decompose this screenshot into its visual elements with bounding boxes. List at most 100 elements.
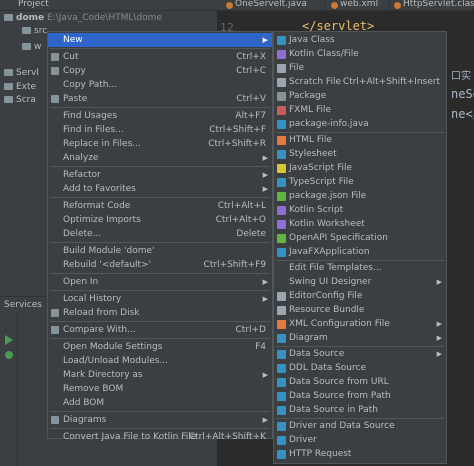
menu-item-convert-java-file-to-kotlin-file[interactable]: Convert Java File to Kotlin File Ctrl+Alt… bbox=[48, 430, 272, 444]
new-item-kotlin-script[interactable]: Kotlin Script bbox=[274, 203, 446, 217]
menu-item-remove-bom[interactable]: Remove BOM bbox=[48, 382, 272, 396]
kotlin-script-icon bbox=[277, 206, 286, 215]
menu-item-load-unload-modules[interactable]: Load/Unload Modules... bbox=[48, 354, 272, 368]
menu-item-diagrams[interactable]: Diagrams ▶ bbox=[48, 413, 272, 427]
menu-item-label: Mark Directory as bbox=[63, 370, 143, 380]
new-item-driver-and-data-source[interactable]: Driver and Data Source bbox=[274, 419, 446, 433]
new-item-resource-bundle[interactable]: Resource Bundle bbox=[274, 303, 446, 317]
menu-item-find-in-files[interactable]: Find in Files... Ctrl+Shift+F bbox=[48, 123, 272, 137]
menu-separator bbox=[50, 166, 270, 167]
menu-item-paste[interactable]: Paste Ctrl+V bbox=[48, 92, 272, 106]
menu-item-optimize-imports[interactable]: Optimize Imports Ctrl+Alt+O bbox=[48, 213, 272, 227]
menu-separator bbox=[50, 273, 270, 274]
menu-item-label: Data Source from Path bbox=[289, 391, 391, 401]
menu-item-label: Kotlin Worksheet bbox=[289, 219, 365, 229]
menu-item-label: Driver bbox=[289, 435, 317, 445]
tab-web-xml[interactable]: web.xml bbox=[330, 0, 390, 11]
menu-item-label: Package bbox=[289, 91, 327, 101]
tree-item-external-libraries[interactable]: Exte bbox=[4, 81, 47, 94]
new-item-kotlin-worksheet[interactable]: Kotlin Worksheet bbox=[274, 217, 446, 231]
menu-item-label: Open In bbox=[63, 277, 99, 287]
new-item-package[interactable]: Package bbox=[274, 89, 446, 103]
run-icon[interactable] bbox=[5, 335, 13, 345]
new-item-fxml-file[interactable]: FXML File bbox=[274, 103, 446, 117]
menu-item-delete[interactable]: Delete... Delete bbox=[48, 227, 272, 241]
new-item-javascript-file[interactable]: JavaScript File bbox=[274, 161, 446, 175]
new-item-xml-configuration-file[interactable]: XML Configuration File ▶ bbox=[274, 317, 446, 331]
menu-item-new[interactable]: New ▶ bbox=[48, 33, 272, 47]
menu-item-compare-with[interactable]: Compare With... Ctrl+D bbox=[48, 323, 272, 337]
tree-item-src[interactable]: src bbox=[22, 25, 47, 38]
menu-item-cut[interactable]: Cut Ctrl+X bbox=[48, 50, 272, 64]
new-item-data-source-in-path[interactable]: Data Source in Path bbox=[274, 403, 446, 417]
submenu-arrow-icon: ▶ bbox=[262, 36, 268, 44]
submenu-arrow-icon: ▶ bbox=[262, 185, 268, 193]
new-item-file[interactable]: File bbox=[274, 61, 446, 75]
new-item-edit-file-templates[interactable]: Edit File Templates... bbox=[274, 261, 446, 275]
menu-item-label: Resource Bundle bbox=[289, 305, 365, 315]
new-item-editorconfig-file[interactable]: EditorConfig File bbox=[274, 289, 446, 303]
menu-item-replace-in-files[interactable]: Replace in Files... Ctrl+Shift+R bbox=[48, 137, 272, 151]
new-item-diagram[interactable]: Diagram ▶ bbox=[274, 331, 446, 345]
new-item-driver[interactable]: Driver bbox=[274, 433, 446, 447]
new-item-http-request[interactable]: HTTP Request bbox=[274, 447, 446, 461]
javascript-icon bbox=[277, 164, 286, 173]
new-item-data-source[interactable]: Data Source ▶ bbox=[274, 347, 446, 361]
menu-item-refactor[interactable]: Refactor ▶ bbox=[48, 168, 272, 182]
new-item-kotlin-class-file[interactable]: Kotlin Class/File bbox=[274, 47, 446, 61]
menu-item-label: Data Source bbox=[289, 349, 345, 359]
new-item-html-file[interactable]: HTML File bbox=[274, 133, 446, 147]
menu-item-add-bom[interactable]: Add BOM bbox=[48, 396, 272, 410]
submenu-arrow-icon: ▶ bbox=[436, 334, 442, 342]
menu-item-local-history[interactable]: Local History ▶ bbox=[48, 292, 272, 306]
menu-item-label: File bbox=[289, 63, 305, 73]
html-icon bbox=[277, 136, 286, 145]
new-item-ddl-data-source[interactable]: DDL Data Source bbox=[274, 361, 446, 375]
menu-item-build-module-dome[interactable]: Build Module 'dome' bbox=[48, 244, 272, 258]
menu-item-reformat-code[interactable]: Reformat Code Ctrl+Alt+L bbox=[48, 199, 272, 213]
menu-item-mark-directory-as[interactable]: Mark Directory as ▶ bbox=[48, 368, 272, 382]
menu-item-rebuild-default[interactable]: Rebuild '<default>' Ctrl+Shift+F9 bbox=[48, 258, 272, 272]
menu-item-copy-path[interactable]: Copy Path... bbox=[48, 78, 272, 92]
menu-item-label: Java Class bbox=[289, 35, 335, 45]
menu-item-shortcut: Ctrl+Shift+R bbox=[208, 139, 266, 149]
new-item-swing-ui-designer[interactable]: Swing UI Designer ▶ bbox=[274, 275, 446, 289]
tree-item-scratches[interactable]: Scra bbox=[4, 94, 47, 107]
new-item-typescript-file[interactable]: TypeScript File bbox=[274, 175, 446, 189]
tab-oneservelt[interactable]: OneServelt.java bbox=[225, 0, 325, 11]
new-item-stylesheet[interactable]: Stylesheet bbox=[274, 147, 446, 161]
new-item-package-info-java[interactable]: package-info.java bbox=[274, 117, 446, 131]
new-submenu: Java Class Kotlin Class/File File Scratch F… bbox=[273, 31, 447, 464]
tree-item-dome-path: E:\Java_Code\HTML\dome bbox=[46, 13, 162, 23]
menu-item-open-in[interactable]: Open In ▶ bbox=[48, 275, 272, 289]
menu-item-open-module-settings[interactable]: Open Module Settings F4 bbox=[48, 340, 272, 354]
tree-item-dome[interactable]: dome E:\Java_Code\HTML\dome bbox=[4, 12, 162, 25]
menu-item-copy[interactable]: Copy Ctrl+C bbox=[48, 64, 272, 78]
project-title[interactable]: Project bbox=[18, 0, 49, 9]
ddl-icon bbox=[277, 364, 286, 373]
new-item-scratch-file[interactable]: Scratch File Ctrl+Alt+Shift+Insert bbox=[274, 75, 446, 89]
menu-item-add-to-favorites[interactable]: Add to Favorites ▶ bbox=[48, 182, 272, 196]
tab-httpservlet[interactable]: HttpServlet.class bbox=[393, 0, 474, 11]
new-item-package-json-file[interactable]: package.json File bbox=[274, 189, 446, 203]
menu-item-label: Swing UI Designer bbox=[289, 277, 372, 287]
data-source-in-path-icon bbox=[277, 406, 286, 415]
tree-item-servlet[interactable]: Servl bbox=[4, 67, 47, 80]
driver-data-source-icon bbox=[277, 422, 286, 431]
menu-item-reload-from-disk[interactable]: Reload from Disk bbox=[48, 306, 272, 320]
tree-item-w[interactable]: w bbox=[22, 41, 47, 54]
menu-item-label: Build Module 'dome' bbox=[63, 246, 155, 256]
new-item-java-class[interactable]: Java Class bbox=[274, 33, 446, 47]
menu-item-label: TypeScript File bbox=[289, 177, 354, 187]
menu-item-label: Paste bbox=[63, 94, 88, 104]
menu-item-find-usages[interactable]: Find Usages Alt+F7 bbox=[48, 109, 272, 123]
new-item-openapi-specification[interactable]: OpenAPI Specification bbox=[274, 231, 446, 245]
fxml-icon bbox=[277, 106, 286, 115]
new-item-javafxapplication[interactable]: JavaFXApplication bbox=[274, 245, 446, 259]
new-item-data-source-from-url[interactable]: Data Source from URL bbox=[274, 375, 446, 389]
diagram-icon bbox=[51, 416, 59, 424]
new-item-data-source-from-path[interactable]: Data Source from Path bbox=[274, 389, 446, 403]
debug-icon[interactable] bbox=[5, 351, 13, 359]
menu-item-label: Remove BOM bbox=[63, 384, 124, 394]
menu-item-analyze[interactable]: Analyze ▶ bbox=[48, 151, 272, 165]
